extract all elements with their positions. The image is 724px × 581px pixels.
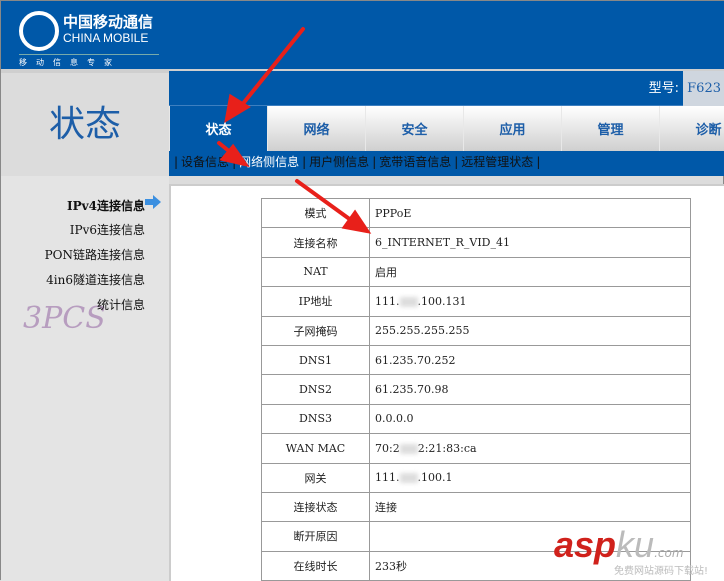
subnav-remote-mgmt[interactable]: 远程管理状态 (458, 155, 536, 169)
brand-en: CHINA MOBILE (63, 31, 149, 45)
content-area: 模式 PPPoE 连接名称 6_INTERNET_R_VID_41 NAT 启用 IP地址 1… (169, 184, 724, 581)
subnav-device-info[interactable]: 设备信息 (178, 155, 232, 169)
tab-diagnostics[interactable]: 诊断 (659, 106, 724, 151)
row-label: IP地址 (261, 286, 370, 317)
row-label: 子网掩码 (261, 315, 370, 346)
row-label: 在线时长 (261, 550, 370, 581)
brand-slogan: 移动信息专家 (19, 54, 159, 68)
row-label: DNS3 (261, 403, 370, 435)
table-row: DNS3 0.0.0.0 (261, 403, 691, 435)
row-value: 6_INTERNET_R_VID_41 (369, 227, 691, 258)
tab-network[interactable]: 网络 (267, 106, 365, 151)
tab-status[interactable]: 状态 (169, 106, 267, 151)
row-label: DNS1 (261, 344, 370, 376)
row-value: 111. .100.1 (369, 462, 691, 493)
redacted (399, 443, 418, 454)
row-value: 61.235.70.252 (369, 344, 691, 376)
table-row: DNS2 61.235.70.98 (261, 374, 691, 405)
row-value: PPPoE (369, 197, 691, 229)
row-value: 0.0.0.0 (369, 403, 691, 435)
row-value: 255.255.255.255 (369, 315, 691, 346)
subnav-network-info[interactable]: 网络侧信息 (236, 155, 302, 169)
row-value: 111. .100.131 (369, 286, 691, 317)
table-row: WAN MAC 70:2 2:21:83:ca (261, 433, 691, 464)
table-row: 网关 111. .100.1 (261, 462, 691, 493)
model-value: F623 (683, 71, 724, 106)
table-row: DNS1 61.235.70.252 (261, 344, 691, 376)
main-tabs: 状态 网络 安全 应用 管理 诊断 (169, 106, 724, 151)
sidebar-item-ipv6[interactable]: IPv6连接信息 (1, 221, 145, 238)
row-value: 70:2 2:21:83:ca (369, 433, 691, 464)
subnav-voice-info[interactable]: 宽带语音信息 (376, 155, 454, 169)
section-title: 状态 (1, 73, 169, 176)
row-label: 网关 (261, 462, 370, 493)
model-bar: 型号: F623 (169, 71, 724, 106)
model-label: 型号: (648, 81, 680, 96)
table-row: 模式 PPPoE (261, 197, 691, 229)
tab-security[interactable]: 安全 (365, 106, 463, 151)
redacted (399, 296, 418, 307)
row-value: 61.235.70.98 (369, 374, 691, 405)
row-label: DNS2 (261, 374, 370, 405)
sidebar-item-ipv4[interactable]: IPv4连接信息 (1, 197, 145, 214)
sidebar-item-stats[interactable]: 统计信息 (1, 296, 145, 313)
table-row: 子网掩码 255.255.255.255 (261, 315, 691, 346)
table-row: NAT 启用 (261, 256, 691, 288)
logo-icon (19, 11, 59, 51)
header-banner: 中国移动通信 CHINA MOBILE 移动信息专家 (1, 1, 724, 69)
sidebar-item-4in6[interactable]: 4in6隧道连接信息 (1, 271, 145, 288)
table-row: 连接状态 连接 (261, 491, 691, 523)
sub-nav: | 设备信息 | 网络侧信息 | 用户侧信息 | 宽带语音信息 | 远程管理状态 | (169, 151, 724, 176)
row-label: 连接名称 (261, 227, 370, 258)
arrow-right-icon (145, 195, 161, 209)
model-info: 型号: F623 (649, 71, 724, 106)
row-label: 模式 (261, 197, 370, 229)
brand-cn: 中国移动通信 (63, 13, 154, 31)
subnav-user-info[interactable]: 用户侧信息 (306, 155, 372, 169)
sidebar-item-pon[interactable]: PON链路连接信息 (1, 246, 145, 263)
row-label: NAT (261, 256, 370, 288)
redacted (399, 473, 418, 484)
aspku-watermark: aspku.com 免费网站源码下载站! (554, 524, 709, 577)
row-value: 启用 (369, 256, 691, 288)
table-row: IP地址 111. .100.131 (261, 286, 691, 317)
row-label: 连接状态 (261, 491, 370, 523)
table-row: 连接名称 6_INTERNET_R_VID_41 (261, 227, 691, 258)
row-value: 连接 (369, 491, 691, 523)
row-label: 断开原因 (261, 521, 370, 552)
tab-application[interactable]: 应用 (463, 106, 561, 151)
tab-management[interactable]: 管理 (561, 106, 659, 151)
row-label: WAN MAC (261, 433, 370, 464)
